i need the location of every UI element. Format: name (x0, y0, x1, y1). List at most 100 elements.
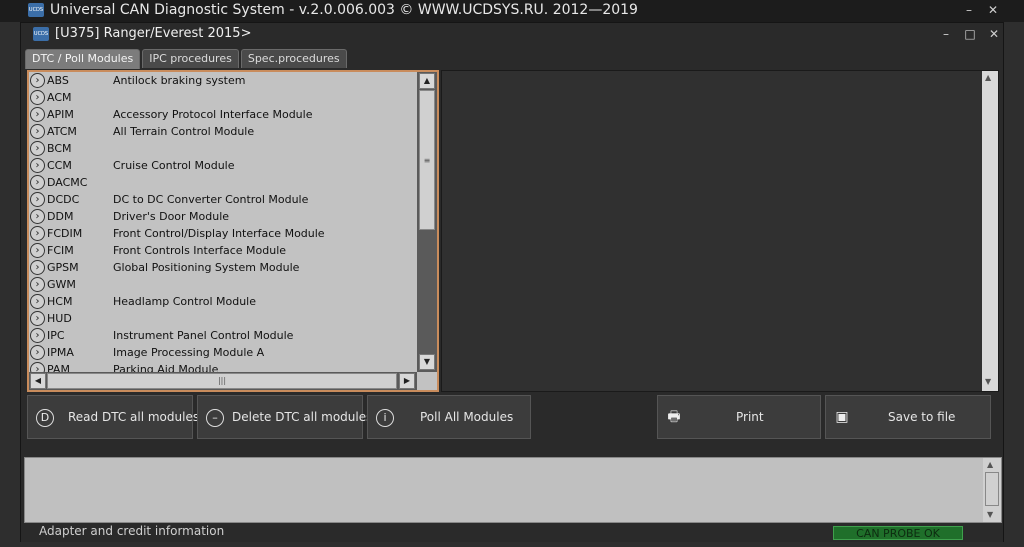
minus-circle-icon: – (206, 409, 224, 427)
log-scroll-down-icon[interactable]: ▼ (987, 510, 993, 519)
expand-chevron-icon[interactable]: › (30, 226, 45, 241)
inner-minimize-button[interactable]: – (939, 27, 953, 41)
inner-maximize-button[interactable]: □ (963, 27, 977, 41)
tab-spec-procedures[interactable]: Spec.procedures (240, 49, 347, 68)
scroll-left-button[interactable]: ◀ (30, 373, 46, 389)
expand-chevron-icon[interactable]: › (30, 243, 45, 258)
module-row[interactable]: › DACMC (29, 174, 417, 191)
module-code: GPSM (47, 261, 79, 274)
outer-close-button[interactable]: ✕ (986, 3, 1000, 17)
module-row[interactable]: › HCM Headlamp Control Module (29, 293, 417, 310)
module-row[interactable]: › FCIM Front Controls Interface Module (29, 242, 417, 259)
module-row[interactable]: › GWM (29, 276, 417, 293)
module-row[interactable]: › FCDIM Front Control/Display Interface Mo… (29, 225, 417, 242)
scroll-up-button[interactable]: ▲ (419, 73, 435, 89)
module-description: Instrument Panel Control Module (113, 329, 294, 342)
module-row[interactable]: › BCM (29, 140, 417, 157)
log-scroll-thumb[interactable] (985, 472, 999, 506)
expand-chevron-icon[interactable]: › (30, 141, 45, 156)
inner-close-button[interactable]: ✕ (987, 27, 1001, 41)
module-code: HCM (47, 295, 73, 308)
vehicle-window: UCDS [U375] Ranger/Everest 2015> – □ ✕ D… (20, 22, 1004, 542)
module-row[interactable]: › APIM Accessory Protocol Interface Module (29, 106, 417, 123)
delete-dtc-button[interactable]: – Delete DTC all modules (197, 395, 372, 439)
read-dtc-button[interactable]: D Read DTC all modules (27, 395, 199, 439)
action-button-bar: D Read DTC all modules – Delete DTC all … (27, 395, 999, 441)
expand-chevron-icon[interactable]: › (30, 124, 45, 139)
expand-chevron-icon[interactable]: › (30, 209, 45, 224)
connection-indicator: CAN PROBE OK (833, 526, 963, 540)
expand-chevron-icon[interactable]: › (30, 192, 45, 207)
module-code: GWM (47, 278, 76, 291)
scroll-down-button[interactable]: ▼ (419, 354, 435, 370)
module-code: DDM (47, 210, 74, 223)
save-to-file-button[interactable]: ▣ Save to file (825, 395, 991, 439)
module-code: CCM (47, 159, 72, 172)
tab-ipc-procedures[interactable]: IPC procedures (142, 49, 239, 68)
poll-all-button[interactable]: i Poll All Modules (367, 395, 531, 439)
module-code: ACM (47, 91, 72, 104)
module-code: DCDC (47, 193, 80, 206)
module-row[interactable]: › DDM Driver's Door Module (29, 208, 417, 225)
module-code: ATCM (47, 125, 77, 138)
module-description: All Terrain Control Module (113, 125, 255, 138)
module-list-hscrollbar[interactable]: ◀ ||| ▶ (29, 372, 417, 390)
expand-chevron-icon[interactable]: › (30, 158, 45, 173)
info-circle-icon: i (376, 409, 394, 427)
hscroll-thumb[interactable]: ||| (47, 373, 397, 389)
d-circle-icon: D (36, 409, 54, 427)
module-list-vscrollbar[interactable]: ▲ ≡ ▼ (417, 72, 437, 372)
module-code: ABS (47, 74, 69, 87)
expand-chevron-icon[interactable]: › (30, 345, 45, 360)
log-scroll-up-icon[interactable]: ▲ (987, 460, 993, 469)
expand-chevron-icon[interactable]: › (30, 107, 45, 122)
module-description: Global Positioning System Module (113, 261, 300, 274)
log-textarea[interactable]: ▲ ▼ (24, 457, 1002, 523)
module-description: Headlamp Control Module (113, 295, 257, 308)
module-row[interactable]: › CCM Cruise Control Module (29, 157, 417, 174)
module-row[interactable]: › DCDC DC to DC Converter Control Module (29, 191, 417, 208)
print-button[interactable]: 🖶 Print (657, 395, 821, 439)
module-code: DACMC (47, 176, 88, 189)
module-row[interactable]: › PAM Parking Aid Module (29, 361, 417, 372)
adapter-info-label[interactable]: Adapter and credit information (39, 524, 224, 538)
status-bar: Adapter and credit information CAN PROBE… (21, 524, 1003, 542)
module-row[interactable]: › IPMA Image Processing Module A (29, 344, 417, 361)
module-description: Parking Aid Module (113, 363, 219, 372)
tab-strip: DTC / Poll Modules IPC procedures Spec.p… (25, 49, 347, 69)
module-row[interactable]: › HUD (29, 310, 417, 327)
module-row[interactable]: › ABS Antilock braking system (29, 72, 417, 89)
expand-chevron-icon[interactable]: › (30, 362, 45, 372)
log-vscrollbar[interactable]: ▲ ▼ (983, 458, 1001, 522)
output-vscrollbar[interactable]: ▲ ▼ (982, 71, 998, 391)
app-root: UCDS Universal CAN Diagnostic System - v… (0, 0, 1024, 547)
expand-chevron-icon[interactable]: › (30, 277, 45, 292)
expand-chevron-icon[interactable]: › (30, 90, 45, 105)
inner-title-bar: UCDS [U375] Ranger/Everest 2015> – □ ✕ (21, 23, 1003, 47)
module-row[interactable]: › GPSM Global Positioning System Module (29, 259, 417, 276)
module-description: Antilock braking system (113, 74, 246, 87)
expand-chevron-icon[interactable]: › (30, 328, 45, 343)
vscroll-thumb[interactable]: ≡ (419, 90, 435, 230)
expand-chevron-icon[interactable]: › (30, 294, 45, 309)
module-code: BCM (47, 142, 72, 155)
module-row[interactable]: › ATCM All Terrain Control Module (29, 123, 417, 140)
module-row[interactable]: › IPC Instrument Panel Control Module (29, 327, 417, 344)
expand-chevron-icon[interactable]: › (30, 311, 45, 326)
output-scroll-down-icon[interactable]: ▼ (985, 377, 991, 386)
module-code: FCIM (47, 244, 74, 257)
module-code: APIM (47, 108, 74, 121)
expand-chevron-icon[interactable]: › (30, 73, 45, 88)
scroll-right-button[interactable]: ▶ (399, 373, 415, 389)
expand-chevron-icon[interactable]: › (30, 260, 45, 275)
module-row[interactable]: › ACM (29, 89, 417, 106)
expand-chevron-icon[interactable]: › (30, 175, 45, 190)
tab-dtc-poll-modules[interactable]: DTC / Poll Modules (25, 49, 141, 69)
module-description: DC to DC Converter Control Module (113, 193, 309, 206)
outer-minimize-button[interactable]: – (962, 3, 976, 17)
output-scroll-up-icon[interactable]: ▲ (985, 73, 991, 82)
printer-icon: 🖶 (667, 409, 681, 425)
module-description: Front Controls Interface Module (113, 244, 287, 257)
save-label: Save to file (888, 410, 956, 424)
module-code: IPC (47, 329, 65, 342)
